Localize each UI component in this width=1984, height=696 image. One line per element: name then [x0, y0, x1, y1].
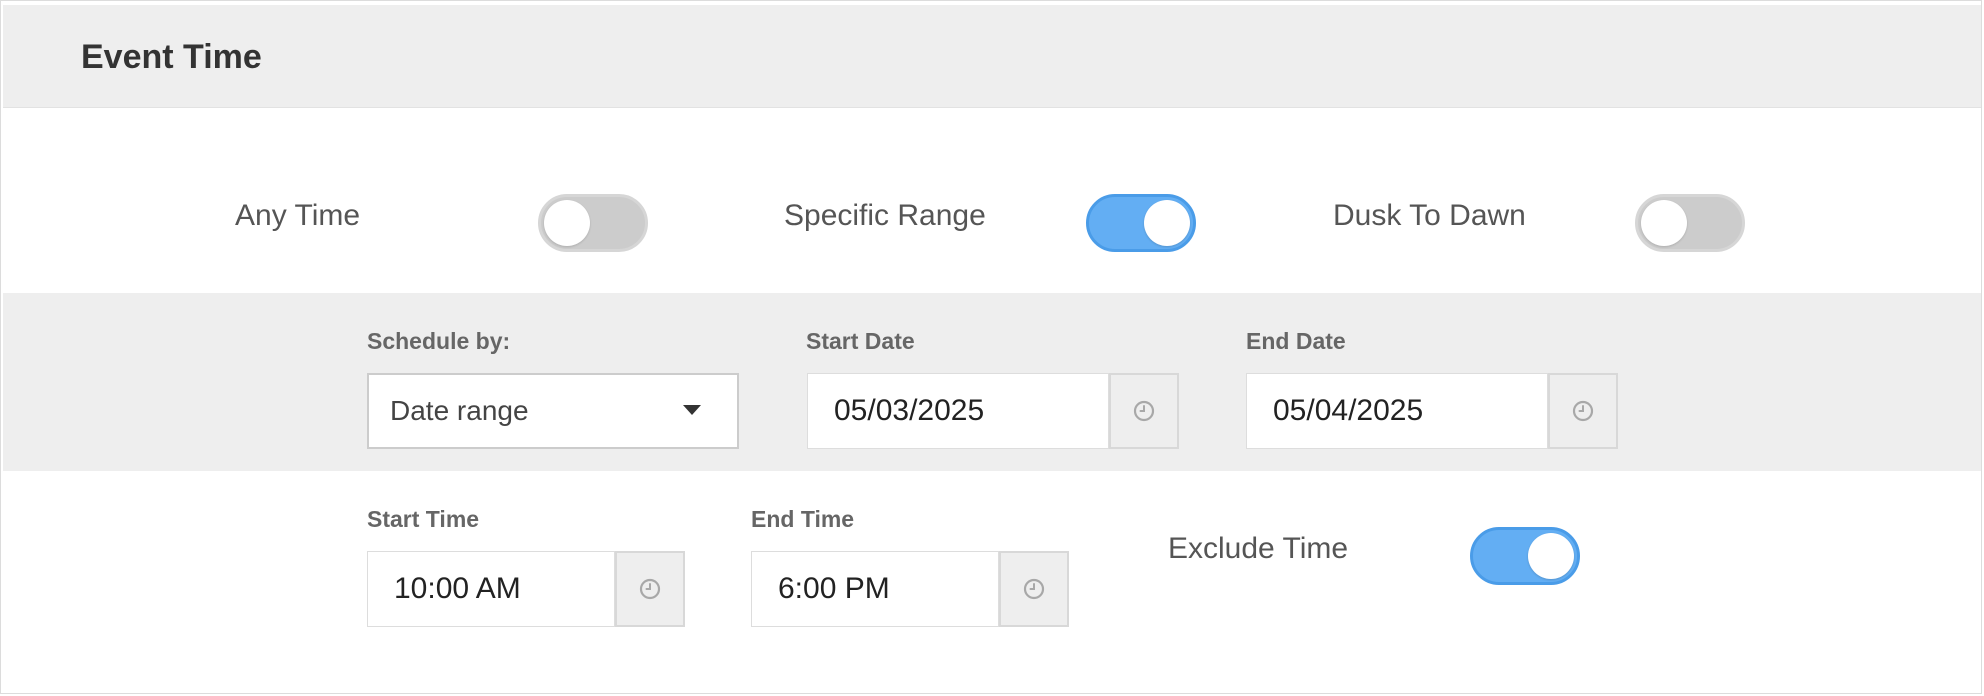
- end-time-picker-button[interactable]: [999, 551, 1069, 627]
- end-date-label: End Date: [1246, 328, 1346, 354]
- schedule-by-select[interactable]: Date range: [367, 373, 739, 449]
- end-time-input[interactable]: [751, 551, 999, 627]
- clock-icon: [1023, 578, 1045, 600]
- exclude-time-toggle[interactable]: [1470, 527, 1580, 585]
- specific-range-toggle[interactable]: [1086, 194, 1196, 252]
- start-time-picker-button[interactable]: [615, 551, 685, 627]
- event-time-panel: Event Time Any Time Specific Range Dusk …: [0, 0, 1982, 694]
- start-time-label: Start Time: [367, 506, 480, 532]
- end-time-label: End Time: [751, 506, 855, 532]
- caret-down-icon: [683, 405, 701, 415]
- end-date-group: [1246, 373, 1618, 449]
- section-header: Event Time: [3, 5, 1981, 108]
- section-title: Event Time: [81, 38, 262, 76]
- start-date-picker-button[interactable]: [1109, 373, 1179, 449]
- start-time-group: [367, 551, 685, 627]
- schedule-by-value: Date range: [390, 395, 529, 426]
- clock-icon: [1572, 400, 1594, 422]
- end-date-picker-button[interactable]: [1548, 373, 1618, 449]
- any-time-label: Any Time: [235, 199, 361, 232]
- toggle-knob: [1144, 200, 1190, 246]
- start-date-group: [807, 373, 1179, 449]
- dusk-to-dawn-label: Dusk To Dawn: [1333, 199, 1526, 232]
- toggle-knob: [544, 200, 590, 246]
- start-time-input[interactable]: [367, 551, 615, 627]
- clock-icon: [639, 578, 661, 600]
- dusk-to-dawn-toggle[interactable]: [1635, 194, 1745, 252]
- end-date-input[interactable]: [1246, 373, 1548, 449]
- toggle-knob: [1528, 533, 1574, 579]
- any-time-toggle[interactable]: [538, 194, 648, 252]
- start-date-label: Start Date: [806, 328, 915, 354]
- schedule-by-label: Schedule by:: [367, 328, 511, 354]
- start-date-input[interactable]: [807, 373, 1109, 449]
- specific-range-label: Specific Range: [784, 199, 986, 232]
- end-time-group: [751, 551, 1069, 627]
- exclude-time-label: Exclude Time: [1168, 532, 1349, 565]
- toggle-knob: [1641, 200, 1687, 246]
- clock-icon: [1133, 400, 1155, 422]
